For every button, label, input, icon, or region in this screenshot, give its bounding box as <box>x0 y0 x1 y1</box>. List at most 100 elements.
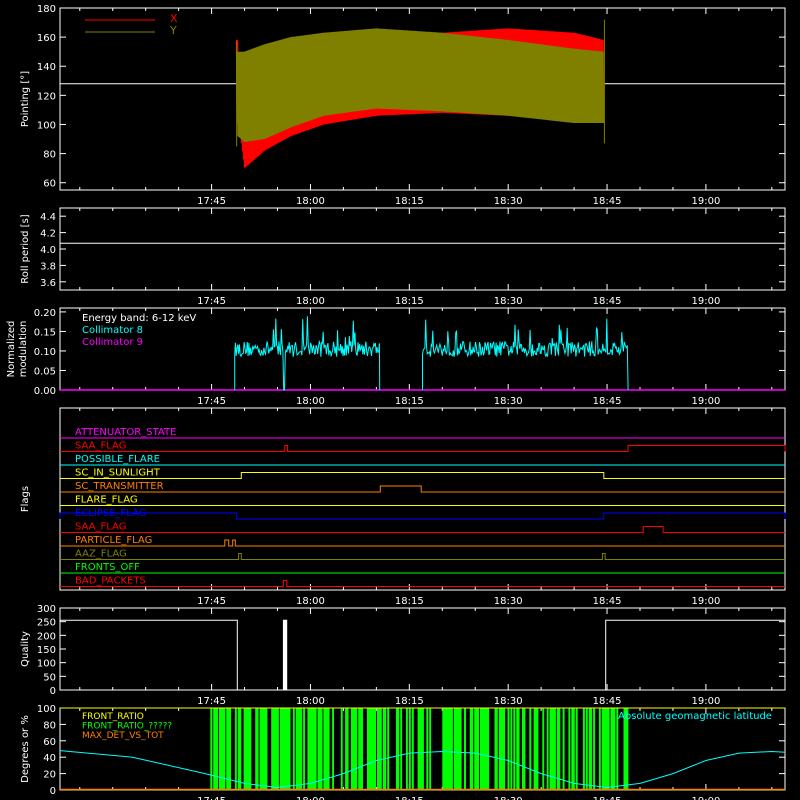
fronts-bar <box>406 708 408 790</box>
fronts-bar <box>585 708 588 790</box>
fronts-green-bars <box>210 708 629 790</box>
fronts-bar <box>562 708 565 790</box>
x-tick-label: 18:45 <box>593 796 622 800</box>
x-tick-label: 19:00 <box>691 296 720 307</box>
fronts-y-tick-label: 20 <box>43 770 56 781</box>
pointing-y-tick-label: 140 <box>37 62 56 73</box>
pointing-y-tick-label: 60 <box>43 179 56 190</box>
quality-series-line <box>60 619 785 691</box>
fronts-bar <box>229 708 231 790</box>
fronts-bar <box>239 708 242 790</box>
modulation-series-collimator-8 <box>234 316 629 391</box>
x-tick-label: 18:45 <box>593 296 622 307</box>
fronts-bar <box>487 708 490 790</box>
modulation-legend-0: Energy band: 6-12 keV <box>82 313 196 324</box>
fronts-bar <box>582 708 585 790</box>
pointing-y-tick-label: 180 <box>37 4 56 15</box>
roll-y-label: Roll period [s] <box>20 214 31 283</box>
fronts-bar <box>510 708 513 790</box>
fronts-bar <box>429 708 432 790</box>
modulation-legend-1: Collimator 8 <box>82 325 143 336</box>
fronts-bar <box>355 708 358 790</box>
x-tick-label: 18:00 <box>296 296 325 307</box>
x-tick-label: 18:45 <box>593 696 622 707</box>
fronts-bar <box>593 708 596 790</box>
fronts-bar <box>314 708 317 790</box>
x-tick-label: 18:00 <box>296 696 325 707</box>
flags-y-label: Flags <box>20 486 31 512</box>
fronts-bar <box>303 708 305 790</box>
roll-panel <box>59 207 786 291</box>
fronts-legend-0: FRONT_RATIO <box>82 712 144 722</box>
x-tick-label: 18:45 <box>593 596 622 607</box>
roll-y-tick-label: 4.2 <box>40 229 56 240</box>
flag-label-7: SAA_FLAG <box>75 522 126 533</box>
x-tick-label: 18:15 <box>395 296 424 307</box>
modulation-legend-2: Collimator 9 <box>82 337 143 348</box>
x-tick-label: 18:15 <box>395 396 424 407</box>
fronts-bar <box>374 708 376 790</box>
fronts-bar <box>340 708 343 790</box>
pointing-y-tick-label: 120 <box>37 91 56 102</box>
x-tick-label: 17:45 <box>197 196 226 207</box>
roll-y-tick-label: 4.0 <box>40 245 56 256</box>
modulation-y-tick-label: 0.20 <box>34 308 56 319</box>
flag-label-9: AAZ_FLAG <box>75 549 127 560</box>
x-tick-label: 19:00 <box>691 596 720 607</box>
flag-label-4: SC_TRANSMITTER <box>75 481 164 492</box>
fronts-bar <box>384 708 387 790</box>
quality-y-label: Quality <box>20 631 31 667</box>
flag-label-10: FRONTS_OFF <box>75 562 140 573</box>
fronts-bar <box>542 708 545 790</box>
flag-trace-4 <box>60 485 785 493</box>
x-tick-label: 19:00 <box>691 396 720 407</box>
fronts-bar <box>249 708 252 790</box>
fronts-legend-3: Absolute geomagnetic latitude <box>618 711 772 722</box>
fronts-bar <box>320 708 323 790</box>
x-tick-label: 18:00 <box>296 396 325 407</box>
pointing-y-tick-label: 160 <box>37 33 56 44</box>
fronts-y-tick-label: 40 <box>43 753 56 764</box>
fronts-bar <box>210 708 213 790</box>
x-tick-label: 19:00 <box>691 696 720 707</box>
flag-label-11: BAD_PACKETS <box>75 576 146 587</box>
fronts-y-tick-label: 60 <box>43 737 56 748</box>
fronts-bar <box>426 708 429 790</box>
flag-trace-6 <box>59 512 786 520</box>
fronts-bar <box>459 708 462 790</box>
fronts-bar <box>507 708 510 790</box>
fronts-bar <box>503 708 506 790</box>
quality-y-tick-label: 150 <box>37 645 56 656</box>
flag-label-1: SAA_FLAG <box>75 441 126 452</box>
roll-y-tick-label: 3.6 <box>40 278 56 289</box>
fronts-legend-2: MAX_DET_VS_TOT <box>82 731 164 741</box>
flag-trace-1 <box>60 445 786 452</box>
quality-y-tick-label: 200 <box>37 631 56 642</box>
fronts-y-tick-label: 0 <box>50 786 56 797</box>
flag-trace-3 <box>60 472 785 479</box>
x-tick-label: 18:00 <box>296 596 325 607</box>
x-tick-label: 18:15 <box>395 596 424 607</box>
fronts-bar <box>346 708 349 790</box>
fronts-bar <box>613 708 616 790</box>
roll-y-tick-label: 4.4 <box>40 212 56 223</box>
fronts-y-tick-label: 100 <box>37 704 56 715</box>
x-tick-label: 18:15 <box>395 696 424 707</box>
pointing-y-tick-label: 80 <box>43 150 56 161</box>
fronts-bar <box>517 708 520 790</box>
fronts-bar <box>513 708 516 790</box>
x-tick-label: 18:15 <box>395 796 424 800</box>
x-tick-label: 18:30 <box>494 296 523 307</box>
flag-label-8: PARTICLE_FLAG <box>75 535 152 546</box>
x-tick-label: 18:15 <box>395 196 424 207</box>
fronts-bar <box>277 708 279 790</box>
x-tick-label: 19:00 <box>691 796 720 800</box>
x-tick-label: 18:00 <box>296 796 325 800</box>
quality-y-tick-label: 250 <box>37 618 56 629</box>
x-tick-label: 18:30 <box>494 396 523 407</box>
fronts-bar <box>387 708 390 790</box>
flag-label-5: FLARE_FLAG <box>75 495 138 506</box>
goes-rhessi-summary-chart: 17:45 18:00 18:15 18:30 18:45 19:00 60 80 100 120… <box>6 4 786 800</box>
x-tick-label: 17:45 <box>197 396 226 407</box>
fronts-bar <box>471 708 474 790</box>
